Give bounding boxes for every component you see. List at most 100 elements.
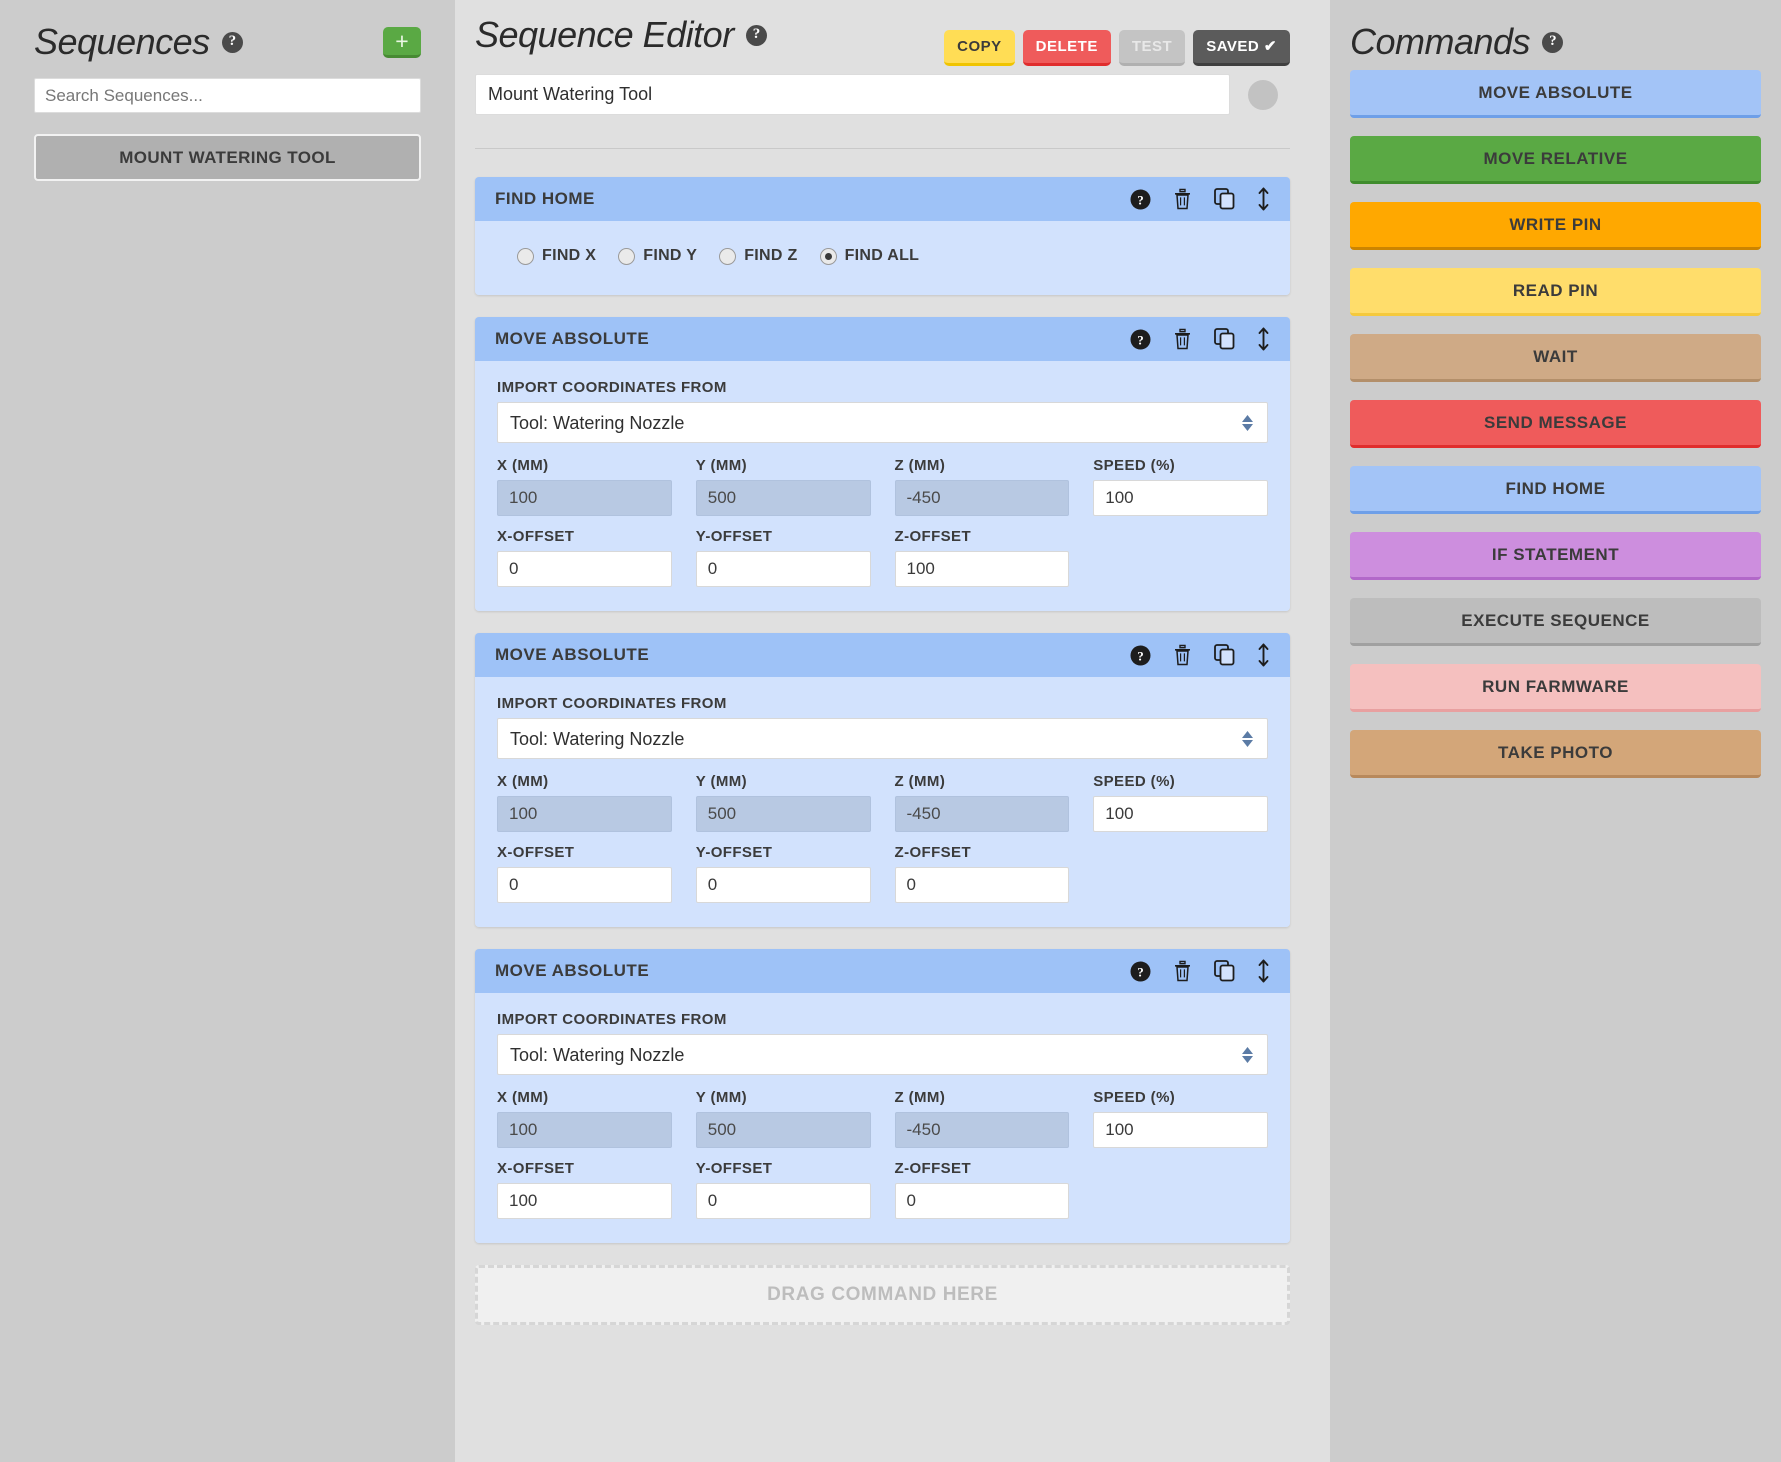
y-input[interactable] (696, 1112, 871, 1148)
x-input[interactable] (497, 796, 672, 832)
y-label: Y (MM) (696, 773, 871, 790)
x-offset-input[interactable] (497, 551, 672, 587)
y-offset-field-group: Y-OFFSET (696, 844, 871, 903)
speed-label: SPEED (%) (1093, 457, 1268, 474)
sequence-name-input[interactable] (475, 74, 1230, 115)
radio-label: FIND ALL (845, 247, 920, 265)
offset-fields-row: X-OFFSETY-OFFSETZ-OFFSET (497, 1160, 1268, 1219)
header-divider (475, 148, 1290, 149)
radio-option[interactable]: FIND ALL (820, 247, 920, 265)
speed-field-group: SPEED (%) (1093, 773, 1268, 832)
y-offset-input[interactable] (696, 1183, 871, 1219)
trash-icon[interactable] (1173, 188, 1192, 210)
drag-vertical-icon[interactable] (1257, 959, 1270, 983)
test-button[interactable]: TEST (1119, 30, 1185, 66)
saved-status-button[interactable]: SAVED ✔ (1193, 30, 1290, 66)
page-title-text: Sequence Editor (475, 14, 734, 56)
drag-vertical-icon[interactable] (1257, 187, 1270, 211)
x-label: X (MM) (497, 457, 672, 474)
command-button-read-pin[interactable]: READ PIN (1350, 268, 1761, 316)
drag-command-dropzone[interactable]: DRAG COMMAND HERE (475, 1265, 1290, 1325)
sidebar-item-mount-watering-tool[interactable]: MOUNT WATERING TOOL (34, 134, 421, 181)
radio-label: FIND Z (744, 247, 797, 265)
svg-text:?: ? (1137, 964, 1144, 979)
command-button-execute-sequence[interactable]: EXECUTE SEQUENCE (1350, 598, 1761, 646)
x-input[interactable] (497, 1112, 672, 1148)
step-body: IMPORT COORDINATES FROMTool: Watering No… (475, 361, 1290, 611)
x-input[interactable] (497, 480, 672, 516)
copy-button[interactable]: COPY (944, 30, 1015, 66)
duplicate-icon[interactable] (1214, 960, 1235, 982)
command-button-wait[interactable]: WAIT (1350, 334, 1761, 382)
delete-button[interactable]: DELETE (1023, 30, 1111, 66)
command-button-send-message[interactable]: SEND MESSAGE (1350, 400, 1761, 448)
help-icon[interactable]: ? (746, 25, 767, 46)
command-button-move-relative[interactable]: MOVE RELATIVE (1350, 136, 1761, 184)
sequence-color-swatch[interactable] (1248, 80, 1278, 110)
help-icon[interactable]: ? (1130, 961, 1151, 982)
sequences-title-text: Sequences (34, 21, 210, 63)
radio-label: FIND X (542, 247, 596, 265)
step-title: FIND HOME (495, 189, 595, 209)
y-offset-input[interactable] (696, 551, 871, 587)
y-offset-field-group: Y-OFFSET (696, 528, 871, 587)
help-icon[interactable]: ? (1542, 32, 1563, 53)
z-field-group: Z (MM) (895, 1089, 1070, 1148)
z-input[interactable] (895, 796, 1070, 832)
trash-icon[interactable] (1173, 328, 1192, 350)
y-input[interactable] (696, 796, 871, 832)
search-sequences-input[interactable] (34, 78, 421, 113)
app-root: Sequences ? + MOUNT WATERING TOOL Sequen… (0, 0, 1781, 1462)
drag-vertical-icon[interactable] (1257, 643, 1270, 667)
z-input[interactable] (895, 480, 1070, 516)
radio-option[interactable]: FIND X (517, 247, 596, 265)
duplicate-icon[interactable] (1214, 644, 1235, 666)
help-icon[interactable]: ? (1130, 189, 1151, 210)
z-field-group: Z (MM) (895, 773, 1070, 832)
speed-input[interactable] (1093, 796, 1268, 832)
duplicate-icon[interactable] (1214, 328, 1235, 350)
trash-icon[interactable] (1173, 960, 1192, 982)
x-offset-input[interactable] (497, 867, 672, 903)
command-button-find-home[interactable]: FIND HOME (1350, 466, 1761, 514)
y-offset-input[interactable] (696, 867, 871, 903)
z-offset-input[interactable] (895, 867, 1070, 903)
radio-indicator[interactable] (618, 248, 635, 265)
duplicate-icon[interactable] (1214, 188, 1235, 210)
command-button-if-statement[interactable]: IF STATEMENT (1350, 532, 1761, 580)
import-coordinates-select[interactable]: Tool: Watering Nozzle (497, 402, 1268, 443)
speed-input[interactable] (1093, 480, 1268, 516)
help-icon[interactable]: ? (222, 32, 243, 53)
drag-vertical-icon[interactable] (1257, 327, 1270, 351)
help-icon[interactable]: ? (1130, 645, 1151, 666)
import-coordinates-select[interactable]: Tool: Watering Nozzle (497, 1034, 1268, 1075)
command-button-take-photo[interactable]: TAKE PHOTO (1350, 730, 1761, 778)
command-button-move-absolute[interactable]: MOVE ABSOLUTE (1350, 70, 1761, 118)
y-offset-label: Y-OFFSET (696, 844, 871, 861)
svg-text:?: ? (1137, 192, 1144, 207)
command-button-run-farmware[interactable]: RUN FARMWARE (1350, 664, 1761, 712)
import-coordinates-select[interactable]: Tool: Watering Nozzle (497, 718, 1268, 759)
radio-option[interactable]: FIND Z (719, 247, 797, 265)
add-sequence-button[interactable]: + (383, 27, 421, 58)
step-title: MOVE ABSOLUTE (495, 645, 649, 665)
x-label: X (MM) (497, 773, 672, 790)
radio-indicator[interactable] (719, 248, 736, 265)
radio-option[interactable]: FIND Y (618, 247, 697, 265)
x-offset-field-group: X-OFFSET (497, 1160, 672, 1219)
help-icon[interactable]: ? (1130, 329, 1151, 350)
y-input[interactable] (696, 480, 871, 516)
z-offset-input[interactable] (895, 1183, 1070, 1219)
sequence-step-find-home: FIND HOME? FIND X FIND Y FIND Z FIND ALL (475, 177, 1290, 295)
x-offset-input[interactable] (497, 1183, 672, 1219)
sequence-name-row (475, 74, 1290, 115)
z-input[interactable] (895, 1112, 1070, 1148)
speed-input[interactable] (1093, 1112, 1268, 1148)
trash-icon[interactable] (1173, 644, 1192, 666)
z-offset-input[interactable] (895, 551, 1070, 587)
radio-indicator[interactable] (820, 248, 837, 265)
x-offset-field-group: X-OFFSET (497, 844, 672, 903)
y-label: Y (MM) (696, 1089, 871, 1106)
radio-indicator[interactable] (517, 248, 534, 265)
command-button-write-pin[interactable]: WRITE PIN (1350, 202, 1761, 250)
